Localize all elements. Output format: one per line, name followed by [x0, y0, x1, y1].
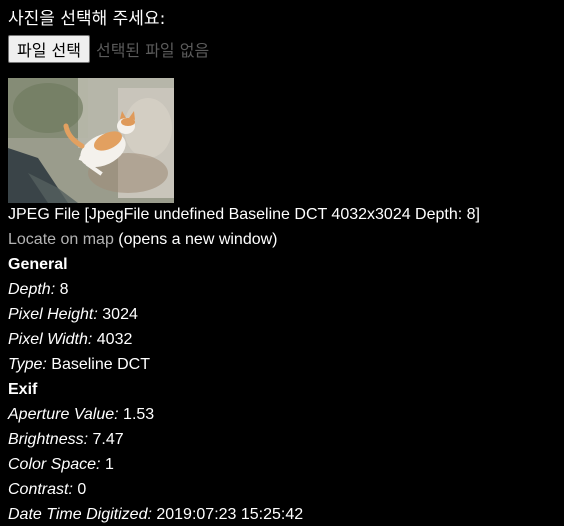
exif-row: Brightness: 7.47: [8, 430, 558, 455]
section-title-exif: Exif: [8, 381, 38, 398]
file-input[interactable]: 파일 선택 선택된 파일 없음: [8, 35, 209, 63]
exif-row: Depth: 8: [8, 280, 558, 305]
exif-value: 1.53: [118, 406, 155, 423]
exif-key: Pixel Width:: [8, 331, 93, 348]
exif-row: Type: Baseline DCT: [8, 355, 558, 380]
photo-thumbnail: [8, 78, 174, 203]
exif-info-panel: JPEG File [JpegFile undefined Baseline D…: [8, 205, 558, 526]
exif-key: Depth:: [8, 281, 56, 298]
exif-value: 7.47: [88, 431, 124, 448]
exif-key: Contrast:: [8, 481, 73, 498]
locate-on-map-link[interactable]: Locate on map: [8, 231, 114, 248]
exif-value: 2019:07:23 15:25:42: [151, 506, 304, 523]
map-line: Locate on map (opens a new window): [8, 230, 558, 255]
exif-key: Date Time Digitized:: [8, 506, 152, 523]
file-status-text: 선택된 파일 없음: [95, 41, 210, 60]
exif-row: Pixel Height: 3024: [8, 305, 558, 330]
photo-prompt-label: 사진을 선택해 주세요:: [8, 9, 166, 29]
exif-key: Type:: [8, 356, 47, 373]
exif-value: 3024: [97, 306, 138, 323]
file-info-line: JPEG File [JpegFile undefined Baseline D…: [8, 206, 480, 223]
exif-value: 8: [55, 281, 69, 298]
exif-row: Date Time Digitized: 2019:07:23 15:25:42: [8, 505, 558, 526]
map-note: (opens a new window): [113, 231, 278, 248]
exif-value: Baseline DCT: [46, 356, 150, 373]
exif-key: Aperture Value:: [8, 406, 119, 423]
exif-row: Color Space: 1: [8, 455, 558, 480]
cat-photo-image: [8, 78, 174, 203]
exif-key: Color Space:: [8, 456, 101, 473]
exif-row: Contrast: 0: [8, 480, 558, 505]
section-title-general: General: [8, 256, 68, 273]
exif-key: Brightness:: [8, 431, 89, 448]
exif-key: Pixel Height:: [8, 306, 98, 323]
exif-value: 1: [100, 456, 114, 473]
choose-file-button[interactable]: 파일 선택: [8, 35, 90, 63]
exif-row: Pixel Width: 4032: [8, 330, 558, 355]
exif-value: 0: [72, 481, 87, 498]
exif-value: 4032: [92, 331, 133, 348]
exif-row: Aperture Value: 1.53: [8, 405, 558, 430]
